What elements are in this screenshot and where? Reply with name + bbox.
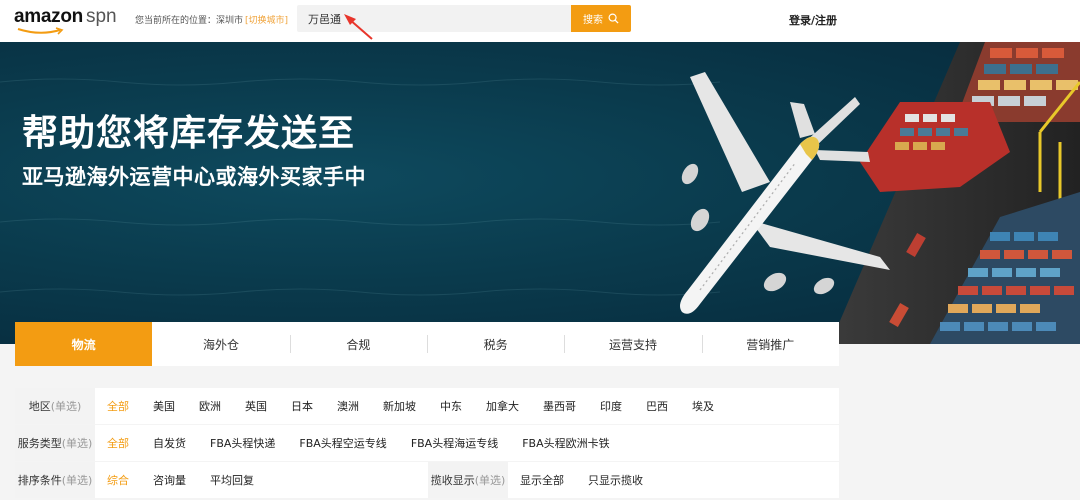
sort-option-overall[interactable]: 综合 xyxy=(95,472,141,488)
region-option-all[interactable]: 全部 xyxy=(95,398,141,414)
collect-option-show-all[interactable]: 显示全部 xyxy=(508,472,576,488)
airplane-icon xyxy=(680,72,890,314)
tab-logistics[interactable]: 物流 xyxy=(15,322,153,366)
tab-marketing[interactable]: 营销推广 xyxy=(701,322,839,366)
filter-options-service: 全部 自发货 FBA头程快递 FBA头程空运专线 FBA头程海运专线 FBA头程… xyxy=(95,425,622,461)
amazon-spn-logo[interactable]: amazon spn xyxy=(14,6,117,35)
top-header: amazon spn 您当前所在的位置：深圳市 [切换城市] 万邑通 搜索 登录/… xyxy=(0,0,1080,42)
filter-options-collect: 显示全部 只显示揽收 xyxy=(508,462,655,498)
filter-options-region: 全部 美国 欧洲 英国 日本 澳洲 新加坡 中东 加拿大 墨西哥 印度 巴西 埃… xyxy=(95,388,726,424)
region-option-au[interactable]: 澳洲 xyxy=(325,398,371,414)
search-button-label: 搜索 xyxy=(583,15,603,26)
filter-label-text: 排序条件 xyxy=(17,474,62,487)
region-option-sg[interactable]: 新加坡 xyxy=(371,398,428,414)
filter-label-sort: 排序条件 (单选) xyxy=(15,462,95,498)
filter-label-collect: 揽收显示 (单选) xyxy=(428,462,508,498)
filter-options-sort: 综合 咨询量 平均回复 xyxy=(95,462,266,498)
search-input[interactable]: 万邑通 xyxy=(297,5,571,32)
filter-row-region: 地区 (单选) 全部 美国 欧洲 英国 日本 澳洲 新加坡 中东 加拿大 墨西哥 … xyxy=(15,388,839,424)
service-option-fba-rail[interactable]: FBA头程欧洲卡铁 xyxy=(510,435,621,451)
filter-label-text: 服务类型 xyxy=(17,437,62,450)
red-arrow-annotation-icon xyxy=(344,14,373,40)
filter-mode: (单选) xyxy=(50,400,82,413)
login-register-link[interactable]: 登录/注册 xyxy=(789,12,837,28)
service-option-fba-sea[interactable]: FBA头程海运专线 xyxy=(399,435,510,451)
region-option-in[interactable]: 印度 xyxy=(588,398,634,414)
search-icon xyxy=(608,13,619,24)
tab-compliance[interactable]: 合规 xyxy=(289,322,427,366)
filter-mode: (单选) xyxy=(61,474,93,487)
region-option-me[interactable]: 中东 xyxy=(428,398,474,414)
search-button[interactable]: 搜索 xyxy=(571,5,631,32)
region-option-eg[interactable]: 埃及 xyxy=(680,398,726,414)
service-option-fba-air[interactable]: FBA头程空运专线 xyxy=(287,435,398,451)
service-option-fba-express[interactable]: FBA头程快递 xyxy=(198,435,287,451)
search-input-value: 万邑通 xyxy=(308,13,341,26)
location-text: 您当前所在的位置：深圳市 xyxy=(135,16,244,26)
region-option-us[interactable]: 美国 xyxy=(141,398,187,414)
filter-label-region: 地区 (单选) xyxy=(15,388,95,424)
hero-banner: 帮助您将库存发送至 亚马逊海外运营中心或海外买家手中 xyxy=(0,42,1080,344)
region-option-ca[interactable]: 加拿大 xyxy=(474,398,531,414)
filter-panel: 地区 (单选) 全部 美国 欧洲 英国 日本 澳洲 新加坡 中东 加拿大 墨西哥 … xyxy=(15,388,839,499)
region-option-jp[interactable]: 日本 xyxy=(279,398,325,414)
filter-mode: (单选) xyxy=(474,474,506,487)
service-option-all[interactable]: 全部 xyxy=(95,435,141,451)
collect-option-collect-only[interactable]: 只显示揽收 xyxy=(576,472,655,488)
region-option-mx[interactable]: 墨西哥 xyxy=(531,398,588,414)
logo-main-text: amazon xyxy=(14,6,83,27)
hero-subtitle: 亚马逊海外运营中心或海外买家手中 xyxy=(22,165,366,189)
sort-option-inquiries[interactable]: 咨询量 xyxy=(141,472,198,488)
tab-overseas-warehouse[interactable]: 海外仓 xyxy=(152,322,289,366)
hero-title: 帮助您将库存发送至 xyxy=(22,113,356,154)
amazon-smile-icon xyxy=(17,27,64,35)
sort-option-avg-reply[interactable]: 平均回复 xyxy=(198,472,266,488)
filter-label-service: 服务类型 (单选) xyxy=(15,425,95,461)
filter-label-text: 揽收显示 xyxy=(430,474,475,487)
switch-city-link[interactable]: [切换城市] xyxy=(245,16,288,26)
filter-label-text: 地区 xyxy=(28,400,51,413)
region-option-eu[interactable]: 欧洲 xyxy=(187,398,233,414)
service-option-self-ship[interactable]: 自发货 xyxy=(141,435,198,451)
filter-row-service: 服务类型 (单选) 全部 自发货 FBA头程快递 FBA头程空运专线 FBA头程海… xyxy=(15,425,839,461)
region-option-uk[interactable]: 英国 xyxy=(233,398,279,414)
category-tabs: 物流 海外仓 合规 税务 运营支持 营销推广 xyxy=(15,322,839,366)
filter-row-sort: 排序条件 (单选) 综合 咨询量 平均回复 揽收显示 (单选) 显示全部 只显示揽收 xyxy=(15,462,839,498)
tab-operations-support[interactable]: 运营支持 xyxy=(564,322,701,366)
filter-mode: (单选) xyxy=(61,437,93,450)
current-location: 您当前所在的位置：深圳市 [切换城市] xyxy=(135,13,288,26)
logo-sub-text: spn xyxy=(85,6,117,27)
region-option-br[interactable]: 巴西 xyxy=(634,398,680,414)
tab-tax[interactable]: 税务 xyxy=(426,322,564,366)
hero-illustration xyxy=(0,42,1080,344)
